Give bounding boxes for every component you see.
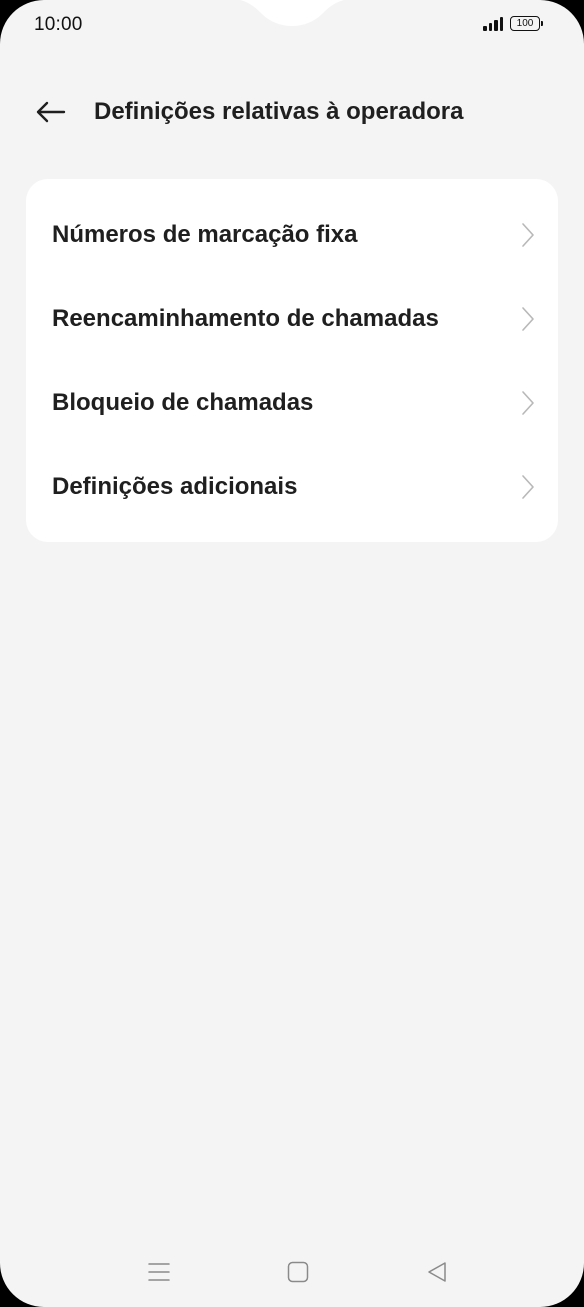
- menu-item-additional-settings[interactable]: Definições adicionais: [26, 445, 558, 529]
- status-bar: 10:00 100: [0, 0, 584, 50]
- signal-icon: [483, 16, 503, 31]
- page-header: Definições relativas à operadora: [0, 80, 584, 144]
- chevron-right-icon: [522, 307, 534, 331]
- back-nav-button[interactable]: [417, 1256, 457, 1288]
- menu-item-call-barring[interactable]: Bloqueio de chamadas: [26, 361, 558, 445]
- back-button[interactable]: [30, 94, 70, 130]
- menu-item-label: Números de marcação fixa: [52, 221, 358, 248]
- chevron-right-icon: [522, 223, 534, 247]
- arrow-left-icon: [36, 101, 66, 123]
- home-icon: [287, 1261, 309, 1283]
- page-title: Definições relativas à operadora: [94, 98, 464, 125]
- navigation-bar: [0, 1240, 584, 1300]
- recent-apps-button[interactable]: [139, 1256, 179, 1288]
- menu-item-label: Bloqueio de chamadas: [52, 389, 314, 416]
- battery-icon: 100: [510, 16, 543, 31]
- phone-screen: 10:00 100 Definições relativas à operado…: [0, 0, 584, 1307]
- home-button[interactable]: [278, 1256, 318, 1288]
- menu-item-label: Reencaminhamento de chamadas: [52, 305, 439, 332]
- chevron-right-icon: [522, 475, 534, 499]
- menu-item-label: Definições adicionais: [52, 473, 298, 500]
- battery-level: 100: [516, 17, 534, 29]
- status-time: 10:00: [34, 14, 83, 35]
- status-icons: 100: [483, 16, 543, 31]
- chevron-right-icon: [522, 391, 534, 415]
- settings-card: Números de marcação fixa Reencaminhament…: [26, 179, 558, 542]
- back-triangle-icon: [428, 1262, 446, 1282]
- menu-item-fixed-dialing-numbers[interactable]: Números de marcação fixa: [26, 193, 558, 277]
- menu-icon: [148, 1263, 170, 1281]
- menu-item-call-forwarding[interactable]: Reencaminhamento de chamadas: [26, 277, 558, 361]
